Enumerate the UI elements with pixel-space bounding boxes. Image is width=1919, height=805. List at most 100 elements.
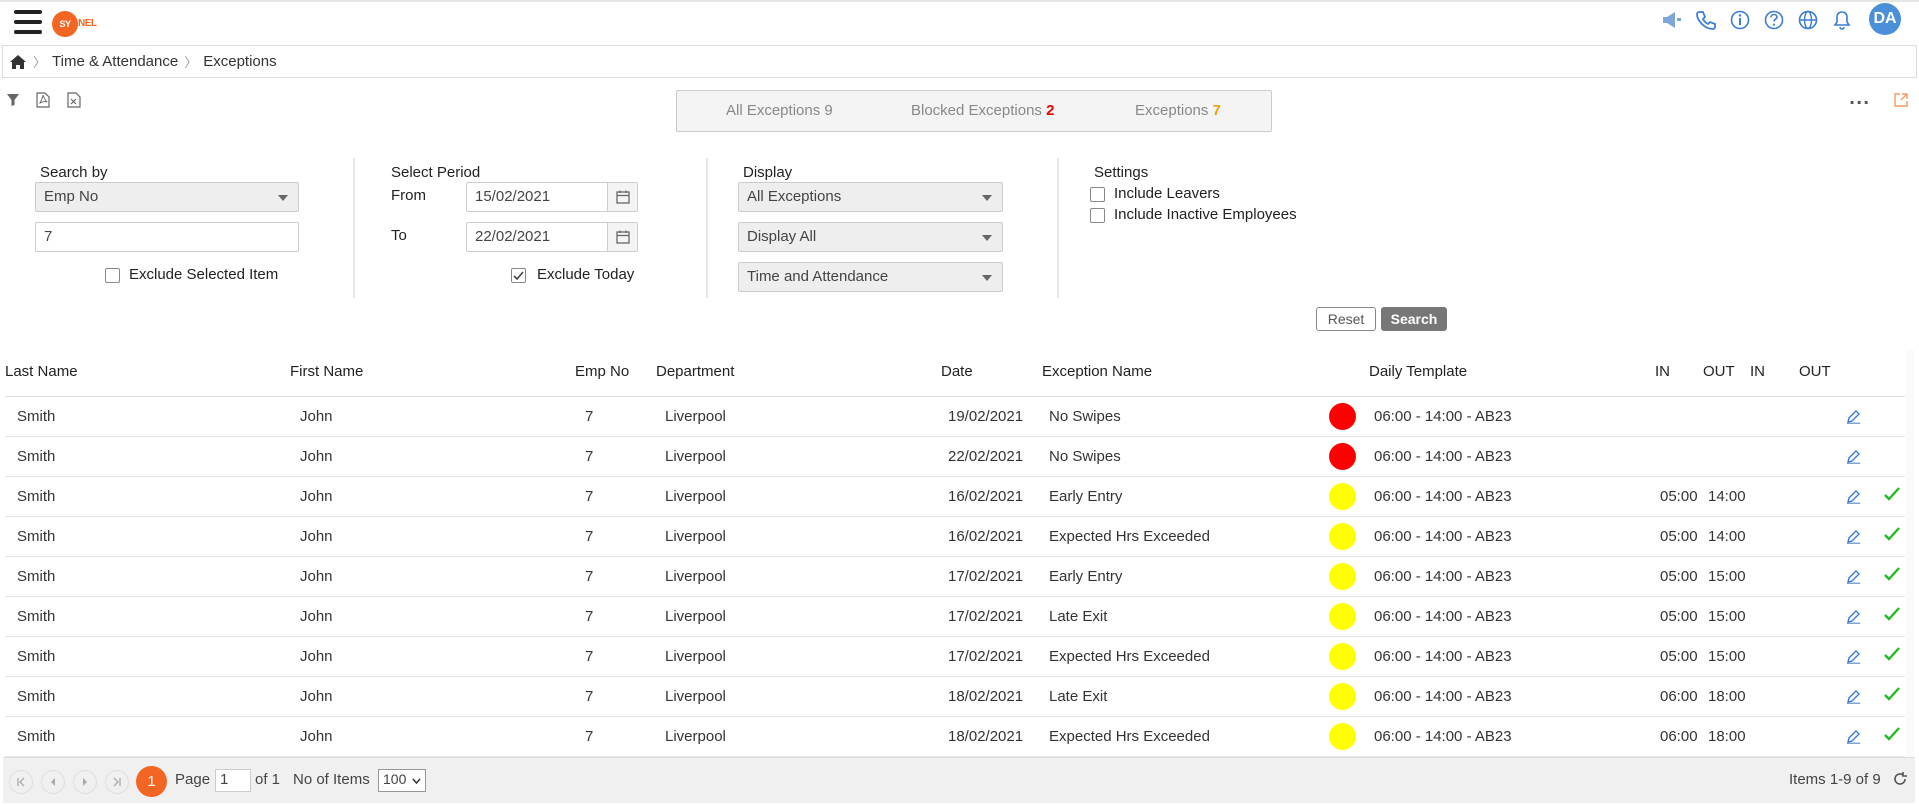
reset-button[interactable]: Reset	[1316, 307, 1376, 331]
in-time-cell: 05:00	[1660, 608, 1698, 625]
approve-check-icon[interactable]	[1883, 645, 1903, 665]
display-module-select[interactable]: Time and Attendance	[738, 262, 1003, 292]
column-header-emp-no[interactable]: Emp No	[575, 363, 629, 380]
tab-all-exceptions[interactable]: All Exceptions 9	[726, 102, 833, 119]
edit-pencil-icon[interactable]	[1846, 489, 1862, 505]
approve-check-icon[interactable]	[1883, 605, 1903, 625]
more-options-icon[interactable]: ···	[1849, 93, 1870, 112]
search-button[interactable]: Search	[1381, 307, 1447, 331]
from-date-input[interactable]: 15/02/2021	[466, 182, 638, 212]
out-time-cell: 15:00	[1708, 568, 1746, 585]
table-row[interactable]: Smith John 7 Liverpool 18/02/2021 Expected Hr…	[5, 717, 1905, 757]
calendar-icon[interactable]	[607, 223, 637, 251]
tab-blocked-exceptions[interactable]: Blocked Exceptions 2	[911, 102, 1054, 119]
table-row[interactable]: Smith John 7 Liverpool 16/02/2021 Expected Hr…	[5, 517, 1905, 557]
table-row[interactable]: Smith John 7 Liverpool 17/02/2021 Expected Hr…	[5, 637, 1905, 677]
column-header-in-1[interactable]: IN	[1655, 363, 1670, 380]
column-header-out-1[interactable]: OUT	[1703, 363, 1735, 380]
first-page-button[interactable]	[9, 770, 33, 794]
last-name-cell: Smith	[17, 488, 56, 505]
edit-pencil-icon[interactable]	[1846, 449, 1862, 465]
department-cell: Liverpool	[665, 408, 726, 425]
emp-no-cell: 7	[585, 688, 594, 705]
include-inactive-label: Include Inactive Employees	[1114, 206, 1297, 223]
edit-pencil-icon[interactable]	[1846, 609, 1862, 625]
out-time-cell: 14:00	[1708, 488, 1746, 505]
search-value-input[interactable]: 7	[35, 222, 299, 252]
breadcrumb-time-attendance[interactable]: Time & Attendance	[52, 53, 178, 70]
edit-pencil-icon[interactable]	[1846, 569, 1862, 585]
department-cell: Liverpool	[665, 488, 726, 505]
popout-icon[interactable]	[1893, 92, 1911, 110]
edit-pencil-icon[interactable]	[1846, 729, 1862, 745]
megaphone-icon[interactable]	[1660, 8, 1684, 32]
table-scrollbar[interactable]	[1906, 350, 1914, 760]
table-row[interactable]: Smith John 7 Liverpool 18/02/2021 Late Exit 06…	[5, 677, 1905, 717]
in-time-cell: 06:00	[1660, 728, 1698, 745]
exception-name-cell: Early Entry	[1049, 488, 1123, 505]
display-exceptions-select[interactable]: All Exceptions	[738, 182, 1003, 212]
last-page-button[interactable]	[105, 770, 129, 794]
table-row[interactable]: Smith John 7 Liverpool 16/02/2021 Early Entry…	[5, 477, 1905, 517]
first-name-cell: John	[300, 488, 333, 505]
edit-pencil-icon[interactable]	[1846, 689, 1862, 705]
home-icon[interactable]	[9, 54, 27, 70]
next-page-button[interactable]	[73, 770, 97, 794]
column-header-out-2[interactable]: OUT	[1799, 363, 1831, 380]
edit-pencil-icon[interactable]	[1846, 409, 1862, 425]
hamburger-menu-icon[interactable]	[14, 10, 42, 40]
previous-page-button[interactable]	[41, 770, 65, 794]
pdf-export-icon[interactable]	[36, 92, 52, 110]
phone-icon[interactable]	[1694, 8, 1718, 32]
refresh-icon[interactable]	[1892, 771, 1908, 791]
search-by-select[interactable]: Emp No	[35, 182, 299, 212]
status-indicator	[1329, 563, 1356, 590]
help-icon[interactable]	[1762, 8, 1786, 32]
column-header-first-name[interactable]: First Name	[290, 363, 363, 380]
exclude-selected-checkbox[interactable]	[105, 268, 120, 283]
to-date-input[interactable]: 22/02/2021	[466, 222, 638, 252]
globe-icon[interactable]	[1796, 8, 1820, 32]
approve-check-icon[interactable]	[1883, 525, 1903, 545]
column-header-in-2[interactable]: IN	[1750, 363, 1765, 380]
column-header-last-name[interactable]: Last Name	[5, 363, 78, 380]
column-header-exception-name[interactable]: Exception Name	[1042, 363, 1152, 380]
tab-exceptions[interactable]: Exceptions 7	[1135, 102, 1221, 119]
out-time-cell: 14:00	[1708, 528, 1746, 545]
filter-icon[interactable]	[6, 92, 22, 110]
column-header-department[interactable]: Department	[656, 363, 734, 380]
breadcrumb-exceptions[interactable]: Exceptions	[203, 53, 276, 70]
table-row[interactable]: Smith John 7 Liverpool 17/02/2021 Late Exit 06…	[5, 597, 1905, 637]
approve-check-icon[interactable]	[1883, 485, 1903, 505]
display-mode-select[interactable]: Display All	[738, 222, 1003, 252]
include-leavers-checkbox[interactable]	[1090, 187, 1105, 202]
edit-pencil-icon[interactable]	[1846, 649, 1862, 665]
table-row[interactable]: Smith John 7 Liverpool 17/02/2021 Early Entry…	[5, 557, 1905, 597]
synel-logo[interactable]: SY NEL	[52, 11, 98, 37]
include-inactive-checkbox[interactable]	[1090, 208, 1105, 223]
filter-divider	[706, 158, 708, 298]
approve-check-icon[interactable]	[1883, 565, 1903, 585]
approve-check-icon[interactable]	[1883, 685, 1903, 705]
excel-export-icon[interactable]	[67, 92, 83, 110]
out-time-cell: 15:00	[1708, 608, 1746, 625]
current-page-indicator[interactable]: 1	[136, 766, 167, 797]
exclude-today-checkbox[interactable]	[511, 268, 526, 283]
table-row[interactable]: Smith John 7 Liverpool 22/02/2021 No Swipes 06…	[5, 437, 1905, 477]
user-avatar[interactable]: DA	[1869, 3, 1901, 35]
department-cell: Liverpool	[665, 528, 726, 545]
column-header-daily-template[interactable]: Daily Template	[1369, 363, 1467, 380]
table-row[interactable]: Smith John 7 Liverpool 19/02/2021 No Swipes 06…	[5, 397, 1905, 437]
display-select-value: Time and Attendance	[747, 268, 889, 285]
page-number-input[interactable]: 1	[215, 769, 251, 792]
column-header-date[interactable]: Date	[941, 363, 973, 380]
first-name-cell: John	[300, 448, 333, 465]
info-icon[interactable]	[1728, 8, 1752, 32]
emp-no-cell: 7	[585, 488, 594, 505]
calendar-icon[interactable]	[607, 183, 637, 211]
approve-check-icon[interactable]	[1883, 725, 1903, 745]
edit-pencil-icon[interactable]	[1846, 529, 1862, 545]
bell-icon[interactable]	[1830, 8, 1854, 32]
breadcrumb-separator: 〉	[33, 55, 47, 70]
items-per-page-select[interactable]: 100	[378, 769, 426, 792]
